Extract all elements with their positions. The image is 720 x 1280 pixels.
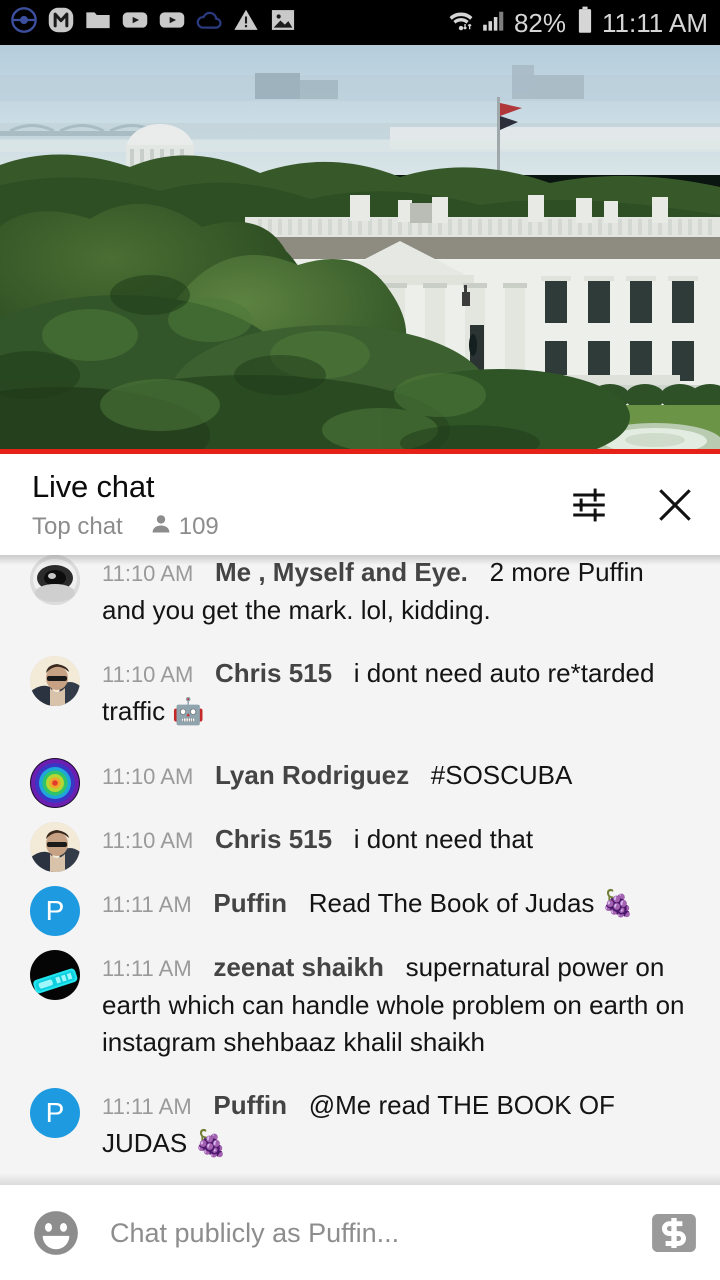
message-emoji: 🍇 <box>601 889 635 919</box>
settings-sliders-icon[interactable] <box>566 482 612 528</box>
status-bar: 82% 11:11 AM <box>0 0 720 45</box>
youtube-icon-2 <box>158 6 186 39</box>
message-text: Read The Book of Judas <box>308 888 602 918</box>
avatar[interactable] <box>30 950 80 1000</box>
message-author[interactable]: Puffin <box>213 1090 287 1120</box>
message-timestamp: 11:11 AM <box>102 892 192 917</box>
chat-message-row[interactable]: 11:11 AM zeenat shaikh supernatural powe… <box>0 936 720 1074</box>
avatar[interactable] <box>30 758 80 808</box>
live-chat-subheader: Top chat 109 <box>32 512 566 541</box>
youtube-live-chat-screen: 82% 11:11 AM Live chat Top chat 109 11:1… <box>0 0 720 1280</box>
live-chat-message-list[interactable]: 11:10 AM Me , Myself and Eye. 2 more Puf… <box>0 555 720 1185</box>
chat-message-row[interactable]: 11:10 AM Lyan Rodriguez #SOSCUBA <box>0 744 720 808</box>
person-icon <box>149 512 173 541</box>
avatar[interactable] <box>30 656 80 706</box>
live-video-player[interactable] <box>0 45 720 454</box>
image-icon <box>269 6 297 39</box>
message-timestamp: 11:11 AM <box>102 956 192 981</box>
folder-icon <box>84 6 112 39</box>
close-icon[interactable] <box>652 482 698 528</box>
viewer-count-group: 109 <box>149 512 219 541</box>
message-emoji: 🍇 <box>194 1129 227 1159</box>
message-timestamp: 11:10 AM <box>102 561 194 586</box>
pokemon-go-icon <box>10 6 38 39</box>
message-timestamp: 11:11 AM <box>102 1094 192 1119</box>
youtube-icon <box>121 6 149 39</box>
avatar-image <box>30 950 80 1000</box>
chat-message-body: 11:10 AM Me , Myself and Eye. 2 more Puf… <box>102 555 690 629</box>
emoji-smiley-icon[interactable] <box>30 1207 82 1259</box>
cloud-icon <box>195 6 223 39</box>
viewer-count-label: 109 <box>178 512 219 540</box>
video-frame <box>0 45 720 454</box>
message-text: i dont need that <box>353 824 534 854</box>
chat-message-row[interactable]: P 11:11 AM Puffin Read The Book of Judas… <box>0 872 720 936</box>
battery-icon <box>576 6 594 39</box>
m-app-icon <box>47 6 75 39</box>
avatar[interactable] <box>30 555 80 605</box>
message-author[interactable]: Lyan Rodriguez <box>215 760 409 790</box>
chat-message-body: 11:11 AM Puffin Read The Book of Judas 🍇 <box>102 885 690 923</box>
avatar-image <box>30 656 80 706</box>
chat-message-body: 11:10 AM Lyan Rodriguez #SOSCUBA <box>102 757 690 795</box>
avatar[interactable]: P <box>30 886 80 936</box>
message-timestamp: 11:10 AM <box>102 828 194 853</box>
message-author[interactable]: Chris 515 <box>215 658 332 688</box>
wifi-icon <box>446 6 476 39</box>
clock-label: 11:11 AM <box>602 7 708 38</box>
message-timestamp: 11:10 AM <box>102 662 194 687</box>
super-chat-dollar-icon[interactable] <box>650 1213 698 1253</box>
battery-percent-label: 82% <box>513 7 566 38</box>
message-emoji: 🤖 <box>172 697 205 727</box>
message-author[interactable]: Puffin <box>213 888 287 918</box>
chat-message-body: 11:10 AM Chris 515 i dont need auto re*t… <box>102 655 690 731</box>
chat-message-row[interactable]: P 11:11 AM Puffin @Me read THE BOOK OF J… <box>0 1074 720 1176</box>
avatar-image <box>30 822 80 872</box>
avatar-initial: P <box>45 895 65 926</box>
avatar[interactable] <box>30 822 80 872</box>
avatar[interactable]: P <box>30 1088 80 1138</box>
message-author[interactable]: zeenat shaikh <box>213 952 384 982</box>
status-bar-system-icons: 82% 11:11 AM <box>446 6 708 39</box>
message-author[interactable]: Chris 515 <box>215 824 332 854</box>
live-chat-header-actions <box>566 470 698 528</box>
live-chat-header-text: Live chat Top chat 109 <box>32 469 566 541</box>
chat-input[interactable] <box>110 1212 636 1253</box>
chat-message-row[interactable]: 11:10 AM Chris 515 i dont need auto re*t… <box>0 642 720 744</box>
avatar-image <box>30 758 80 808</box>
status-bar-notification-icons <box>10 6 446 39</box>
cellular-signal-icon <box>482 7 508 38</box>
message-text: #SOSCUBA <box>430 760 573 790</box>
chat-mode-label[interactable]: Top chat <box>32 513 123 541</box>
chat-message-body: 11:11 AM zeenat shaikh supernatural powe… <box>102 949 690 1061</box>
warning-icon <box>232 6 260 39</box>
message-author[interactable]: Me , Myself and Eye. <box>215 557 468 587</box>
message-timestamp: 11:10 AM <box>102 764 194 789</box>
live-chat-header: Live chat Top chat 109 <box>0 454 720 555</box>
chat-message-body: 11:11 AM Puffin @Me read THE BOOK OF JUD… <box>102 1087 690 1163</box>
chat-input-bar <box>0 1185 720 1280</box>
page-title: Live chat <box>32 469 155 504</box>
avatar-image <box>30 555 80 605</box>
chat-message-body: 11:10 AM Chris 515 i dont need that <box>102 821 690 859</box>
avatar-initial: P <box>45 1097 65 1128</box>
chat-message-row[interactable]: 11:10 AM Me , Myself and Eye. 2 more Puf… <box>0 555 720 642</box>
chat-message-row[interactable]: 11:10 AM Chris 515 i dont need that <box>0 808 720 872</box>
chat-messages-container: 11:10 AM Me , Myself and Eye. 2 more Puf… <box>0 555 720 1176</box>
